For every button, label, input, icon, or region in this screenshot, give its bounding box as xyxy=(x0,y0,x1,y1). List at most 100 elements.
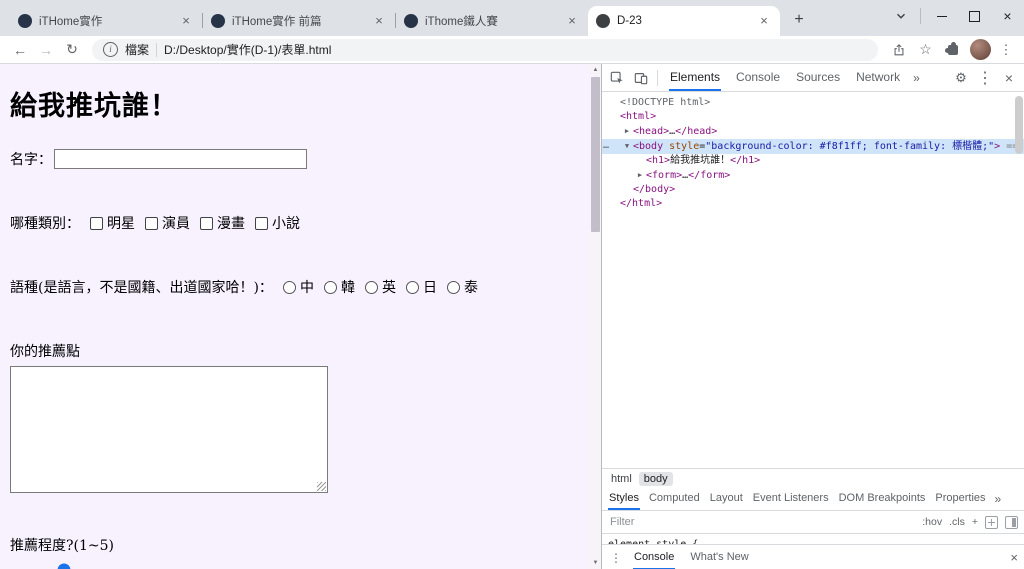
devtools-close-icon[interactable]: × xyxy=(998,67,1020,89)
maximize-button[interactable] xyxy=(958,1,991,31)
tree-node[interactable]: </html> xyxy=(602,197,1024,211)
grid-badge-icon[interactable] xyxy=(985,515,998,529)
code-token: <!DOCTYPE html> xyxy=(620,97,711,108)
browser-tab-1[interactable]: iTHome實作 × xyxy=(10,6,202,36)
browser-tab-3[interactable]: iThome鐵人賽 × xyxy=(396,6,588,36)
devtools-tab-network[interactable]: Network xyxy=(849,64,907,91)
radio-japanese[interactable] xyxy=(405,280,419,294)
devtools-tab-elements[interactable]: Elements xyxy=(663,64,727,91)
drawer-menu-kebab-icon[interactable]: ⋮ xyxy=(608,551,624,565)
page-scrollbar[interactable]: ▲ ▼ xyxy=(590,64,601,569)
back-button[interactable]: ← xyxy=(8,42,32,58)
tab-close-icon[interactable]: × xyxy=(371,13,387,29)
devtools-tab-sources[interactable]: Sources xyxy=(789,64,847,91)
tab-close-icon[interactable]: × xyxy=(756,13,772,29)
rating-label: 推薦程度?(1~5) xyxy=(10,538,114,554)
tab-search-chevron-icon[interactable] xyxy=(886,1,916,31)
breadcrumb-html[interactable]: html xyxy=(606,472,637,486)
new-style-rule-button[interactable]: + xyxy=(972,516,978,528)
checkbox-novel[interactable] xyxy=(255,216,268,230)
tab-close-icon[interactable]: × xyxy=(178,13,194,29)
new-tab-button[interactable]: + xyxy=(786,7,812,33)
browser-toolbar: ← → ↻ i 檔案 D:/Desktop/實作(D-1)/表單.html ☆ … xyxy=(0,36,1024,64)
radio-english[interactable] xyxy=(364,280,378,294)
scroll-up-icon[interactable]: ▲ xyxy=(590,64,601,76)
checkbox-comic[interactable] xyxy=(200,216,213,230)
tab-dom-breakpoints[interactable]: DOM Breakpoints xyxy=(834,488,931,510)
radio-label: 泰 xyxy=(463,280,478,296)
drawer-tab-console[interactable]: Console xyxy=(628,545,680,569)
profile-avatar[interactable] xyxy=(970,39,991,60)
checkbox-actor[interactable] xyxy=(145,216,158,230)
tree-node[interactable]: <!DOCTYPE html> xyxy=(602,96,1024,110)
rating-slider[interactable] xyxy=(10,563,117,569)
cls-toggle[interactable]: .cls xyxy=(949,516,965,528)
tree-node[interactable]: ▶ <form>…</form> xyxy=(602,168,1024,183)
page-info-icon[interactable]: i xyxy=(103,42,118,57)
bookmark-star-icon[interactable]: ☆ xyxy=(913,41,938,58)
tree-node[interactable]: </body> xyxy=(602,183,1024,197)
scroll-down-icon[interactable]: ▼ xyxy=(590,557,601,569)
tree-node[interactable]: … ▼ <body style="background-color: #f8f1ff… xyxy=(602,139,1024,154)
tab-computed[interactable]: Computed xyxy=(644,488,705,510)
tree-node[interactable]: <html> xyxy=(602,110,1024,124)
settings-gear-icon[interactable]: ⚙ xyxy=(950,67,972,89)
radio-korean[interactable] xyxy=(323,280,337,294)
tab-layout[interactable]: Layout xyxy=(705,488,748,510)
close-window-button[interactable]: × xyxy=(991,1,1024,31)
radio-chinese[interactable] xyxy=(282,280,296,294)
tree-node[interactable]: <h1>給我推坑誰！</h1> xyxy=(602,154,1024,168)
tab-properties[interactable]: Properties xyxy=(930,488,990,510)
share-icon[interactable] xyxy=(886,43,911,57)
styles-filter-input[interactable] xyxy=(608,515,916,529)
category-row: 哪種類別： 明星 演員 漫畫 小說 xyxy=(10,213,590,233)
maximize-icon xyxy=(969,10,980,22)
reload-button[interactable]: ↻ xyxy=(60,41,84,58)
extensions-puzzle-icon[interactable] xyxy=(940,41,965,55)
drawer-tab-whats-new[interactable]: What's New xyxy=(684,545,754,569)
styles-sidebar-tabs: Styles Computed Layout Event Listeners D… xyxy=(602,488,1024,511)
forward-button[interactable]: → xyxy=(34,42,58,58)
collapse-arrow-icon[interactable]: ▼ xyxy=(621,139,633,153)
devtools-tab-console[interactable]: Console xyxy=(729,64,787,91)
tab-close-icon[interactable]: × xyxy=(564,13,580,29)
minimize-button[interactable] xyxy=(925,1,958,31)
expand-arrow-icon[interactable]: ▶ xyxy=(634,168,646,182)
checkbox-label: 漫畫 xyxy=(217,216,245,232)
language-row: 語種(是語言，不是國籍、出道國家哈！)： 中 韓 英 日 泰 xyxy=(10,277,590,297)
drawer-close-icon[interactable]: × xyxy=(1010,550,1018,565)
expand-arrow-icon[interactable]: ▶ xyxy=(621,124,633,138)
node-overflow-dots-icon[interactable]: … xyxy=(603,139,609,153)
more-tabs-icon[interactable]: » xyxy=(909,71,924,85)
recommendation-textarea[interactable] xyxy=(10,366,328,493)
tree-node[interactable]: ▶ <head>…</head> xyxy=(602,124,1024,139)
checkbox-label: 演員 xyxy=(162,216,190,232)
code-token: </h1> xyxy=(730,155,761,166)
browser-menu-kebab-icon[interactable]: ⋮ xyxy=(996,42,1016,58)
devtools-menu-kebab-icon[interactable]: ⋮ xyxy=(974,67,996,89)
radio-thai[interactable] xyxy=(446,280,460,294)
breadcrumb-body[interactable]: body xyxy=(638,471,673,486)
address-separator xyxy=(156,42,158,57)
hov-toggle[interactable]: :hov xyxy=(922,516,942,528)
browser-tab-2[interactable]: iTHome實作 前篇 × xyxy=(203,6,395,36)
checkbox-label: 明星 xyxy=(107,216,135,232)
checkbox-star[interactable] xyxy=(90,216,103,230)
address-bar[interactable]: i 檔案 D:/Desktop/實作(D-1)/表單.html xyxy=(92,38,878,61)
name-input[interactable] xyxy=(54,149,307,169)
tab-event-listeners[interactable]: Event Listeners xyxy=(748,488,834,510)
inspect-element-icon[interactable] xyxy=(606,67,628,89)
tab-styles[interactable]: Styles xyxy=(604,488,644,510)
more-sidebar-tabs-icon[interactable]: » xyxy=(991,492,1006,506)
devtools-scrollbar-thumb[interactable] xyxy=(1015,96,1023,154)
sidebar-toggle-icon[interactable] xyxy=(1005,515,1018,529)
tab-title: iTHome實作 前篇 xyxy=(232,16,322,28)
scrollbar-thumb[interactable] xyxy=(591,77,600,232)
rating-slider-thumb[interactable] xyxy=(57,563,70,569)
device-toolbar-icon[interactable] xyxy=(630,67,652,89)
language-label: 語種(是語言，不是國籍、出道國家哈！)： xyxy=(10,280,273,296)
styles-pane: element.style { xyxy=(602,534,1024,544)
browser-tab-4-active[interactable]: D-23 × xyxy=(588,6,780,36)
textarea-resize-grip[interactable] xyxy=(317,482,326,491)
controls-separator xyxy=(920,8,921,24)
